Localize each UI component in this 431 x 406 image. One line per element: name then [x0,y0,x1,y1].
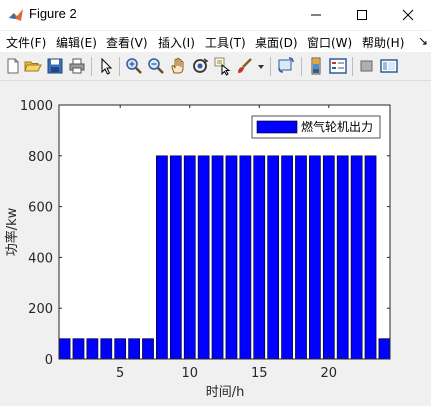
bar-23[interactable] [364,155,377,360]
bar-2[interactable] [72,338,85,360]
data-cursor-icon[interactable] [212,56,232,76]
colorbar-icon[interactable] [306,56,326,76]
y-tick-label: 800 [28,150,53,165]
x-tick-label: 15 [251,366,268,381]
y-tick-label: 0 [45,353,53,368]
legend-label: 燃气轮机出力 [301,119,373,134]
bar-9[interactable] [169,155,182,360]
legend[interactable]: 燃气轮机出力 [251,115,381,139]
maximize-icon [357,10,367,20]
legend-swatch [256,120,298,134]
dropdown-arrow-icon[interactable] [256,56,266,76]
bar-14[interactable] [239,155,252,360]
save-icon[interactable] [45,56,65,76]
y-axis-label: 功率/kw [4,207,20,256]
bar-16[interactable] [267,155,280,360]
show-plot-tools-icon[interactable] [379,56,399,76]
bar-12[interactable] [211,155,224,360]
minimize-button[interactable] [293,0,339,30]
bar-3[interactable] [86,338,99,360]
open-file-icon[interactable] [23,56,43,76]
zoom-in-icon[interactable] [124,56,144,76]
menu-insert[interactable]: 插入(I) [158,34,195,51]
title-bar: Figure 2 [0,0,431,30]
y-tick-label: 1000 [20,99,53,114]
menu-overflow-icon[interactable]: ↘ [418,34,428,48]
figure-canvas: 0 200 400 600 800 1000 5 10 15 20 燃气轮机出力 时间/h 功率… [0,81,431,402]
hide-plot-tools-icon[interactable] [357,56,377,76]
menu-view[interactable]: 查看(V) [106,34,148,51]
bar-6[interactable] [128,338,140,360]
menu-window[interactable]: 窗口(W) [307,34,352,51]
x-tick-label: 10 [181,366,198,381]
x-tick-label: 20 [321,366,338,381]
zoom-out-icon[interactable] [146,56,166,76]
menu-file[interactable]: 文件(F) [6,34,46,51]
y-tick-label: 400 [28,251,53,266]
bar-20[interactable] [322,155,335,360]
x-tick-label: 5 [116,366,124,381]
menu-tools[interactable]: 工具(T) [205,34,246,51]
window-title: Figure 2 [29,6,77,21]
bar-5[interactable] [114,338,127,360]
pointer-icon[interactable] [96,56,116,76]
menu-help[interactable]: 帮助(H) [362,34,404,51]
toolbar-separator [270,57,271,76]
bar-22[interactable] [350,155,363,360]
bar-11[interactable] [197,155,210,360]
new-figure-icon[interactable] [3,56,23,76]
bar-21[interactable] [336,155,349,360]
bar-4[interactable] [100,338,113,360]
print-icon[interactable] [67,56,87,76]
bar-1[interactable] [58,338,71,360]
menu-bar: 文件(F) 编辑(E) 查看(V) 插入(I) 工具(T) 桌面(D) 窗口(W… [0,31,431,52]
minimize-icon [311,14,321,16]
bar-18[interactable] [295,155,307,360]
bar-8[interactable] [156,155,168,360]
rotate-3d-icon[interactable] [190,56,210,76]
toolbar-separator [352,57,353,76]
figure-toolbar [0,53,431,81]
y-tick-label: 200 [28,302,53,317]
toolbar-separator [119,57,120,76]
brush-icon[interactable] [235,56,255,76]
pan-icon[interactable] [168,56,188,76]
matlab-app-icon [9,9,23,21]
close-icon [402,9,414,21]
bar-19[interactable] [309,155,321,360]
y-tick-label: 600 [28,201,53,216]
bar-chart: 0 200 400 600 800 1000 5 10 15 20 燃气轮机出力 时间/h 功率… [4,99,391,400]
toolbar-separator [301,57,302,76]
bar-7[interactable] [142,338,154,360]
maximize-button[interactable] [339,0,385,30]
x-axis-label: 时间/h [206,385,245,400]
close-button[interactable] [385,0,431,30]
bar-17[interactable] [281,155,293,360]
bar-10[interactable] [183,155,196,360]
bar-13[interactable] [225,155,238,360]
toolbar-separator [91,57,92,76]
menu-desktop[interactable]: 桌面(D) [255,34,298,51]
menu-edit[interactable]: 编辑(E) [56,34,97,51]
link-plot-icon[interactable] [276,56,296,76]
bar-24[interactable] [378,338,391,360]
bar-15[interactable] [253,155,266,360]
legend-icon[interactable] [328,56,348,76]
